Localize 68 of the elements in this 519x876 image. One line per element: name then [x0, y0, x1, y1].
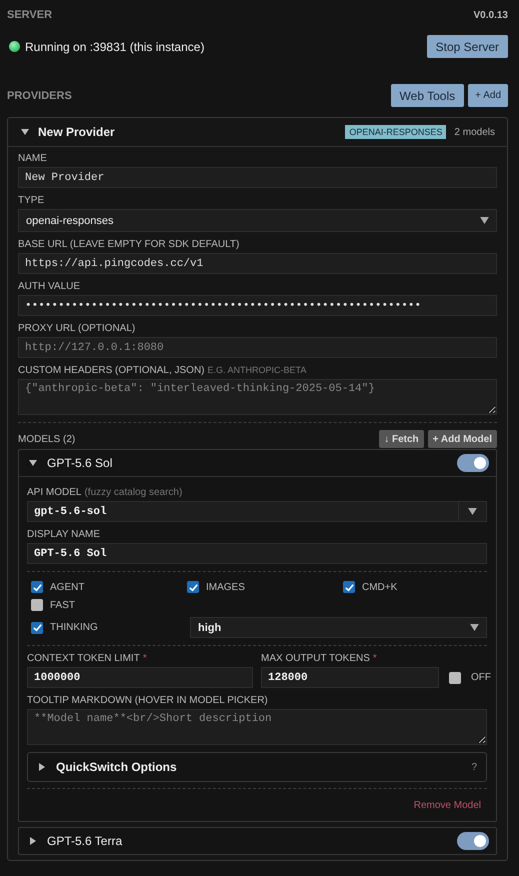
- field-label: API MODEL: [27, 487, 82, 498]
- input-field[interactable]: ••••••••••••••••••••••••••••••••••••••••••••••••••••••••••••: [18, 295, 497, 316]
- checkbox[interactable]: [31, 599, 43, 611]
- api-model-input[interactable]: gpt-5.6-sol: [27, 501, 459, 522]
- model-name: GPT-5.6 Terra: [47, 834, 122, 848]
- checkbox-label: AGENT: [50, 582, 84, 592]
- required-mark: *: [142, 653, 147, 664]
- caret-down-icon[interactable]: [28, 458, 38, 468]
- models-title: MODELS (2): [18, 434, 76, 444]
- checkbox[interactable]: [449, 672, 461, 684]
- web-tools-button[interactable]: Web Tools: [390, 84, 464, 107]
- input-field[interactable]: http://127.0.0.1:8080: [18, 337, 497, 358]
- model-count: 2 models: [454, 126, 495, 138]
- field-label: AUTH VALUE: [18, 281, 80, 292]
- field-label: CUSTOM HEADERS (OPTIONAL, JSON): [18, 365, 205, 376]
- input-field[interactable]: 1000000: [27, 667, 253, 688]
- input-field[interactable]: https://api.pingcodes.cc/v1: [18, 253, 497, 274]
- input-field[interactable]: New Provider: [18, 167, 497, 188]
- section-title: PROVIDERS: [7, 90, 72, 102]
- field-label: BASE URL (LEAVE EMPTY FOR SDK DEFAULT): [18, 239, 240, 250]
- provider-name: New Provider: [38, 125, 115, 139]
- checkbox-label: CMD+K: [362, 582, 398, 592]
- section-title: SERVER: [7, 9, 52, 21]
- field-hint: (fuzzy catalog search): [84, 487, 182, 498]
- required-mark: *: [372, 653, 377, 664]
- type-select[interactable]: openai-responses: [18, 209, 497, 232]
- input-field[interactable]: GPT-5.6 Sol: [27, 543, 487, 564]
- remove-model-link[interactable]: Remove Model: [414, 800, 481, 811]
- thinking-select[interactable]: high: [190, 617, 487, 638]
- quickswitch-panel[interactable]: QuickSwitch Options ?: [27, 752, 487, 782]
- checkbox[interactable]: [343, 581, 355, 593]
- checkbox[interactable]: [31, 622, 43, 634]
- caret-right-icon[interactable]: [28, 836, 38, 846]
- model-name: GPT-5.6 Sol: [47, 456, 112, 470]
- field-label: TOOLTIP MARKDOWN (HOVER IN MODEL PICKER): [27, 695, 268, 706]
- dropdown-button[interactable]: [459, 501, 487, 522]
- caret-right-icon[interactable]: [37, 762, 47, 772]
- field-hint: E.G. ANTHROPIC-BETA: [208, 365, 306, 375]
- server-status: Running on :39831 (this instance): [25, 40, 204, 54]
- add-button[interactable]: + Add: [468, 84, 508, 107]
- checkbox[interactable]: [187, 581, 199, 593]
- toggle-switch[interactable]: [457, 454, 489, 472]
- version-label: V0.0.13: [474, 10, 508, 20]
- dropdown-arrow-icon: [480, 217, 489, 224]
- field-label: NAME: [18, 153, 47, 164]
- dropdown-arrow-icon: [468, 508, 477, 515]
- help-mark: ?: [471, 762, 477, 772]
- headers-textarea[interactable]: {"anthropic-beta": "interleaved-thinking-2025-05-14"}: [18, 379, 497, 415]
- add-model-button[interactable]: + Add Model: [428, 430, 497, 448]
- stop-server-button[interactable]: Stop Server: [426, 35, 508, 58]
- checkbox-label: OFF: [471, 672, 491, 683]
- caret-down-icon[interactable]: [20, 127, 30, 137]
- toggle-switch[interactable]: [457, 832, 489, 850]
- checkbox-label: THINKING: [50, 622, 98, 633]
- tooltip-textarea[interactable]: **Model name**<br/>Short description: [27, 709, 487, 745]
- field-label: PROXY URL (OPTIONAL): [18, 323, 136, 334]
- field-label: MAX OUTPUT TOKENS: [261, 653, 370, 664]
- fetch-button[interactable]: ↓ Fetch: [379, 430, 424, 448]
- field-label: CONTEXT TOKEN LIMIT: [27, 653, 140, 664]
- field-label: DISPLAY NAME: [27, 529, 100, 540]
- checkbox-label: IMAGES: [206, 582, 245, 592]
- checkbox-label: FAST: [50, 600, 76, 610]
- quickswitch-title: QuickSwitch Options: [56, 760, 177, 774]
- type-tag: OPENAI-RESPONSES: [345, 125, 446, 139]
- field-label: TYPE: [18, 195, 44, 206]
- dropdown-arrow-icon: [470, 624, 479, 631]
- checkbox[interactable]: [31, 581, 43, 593]
- input-field[interactable]: 128000: [261, 667, 439, 688]
